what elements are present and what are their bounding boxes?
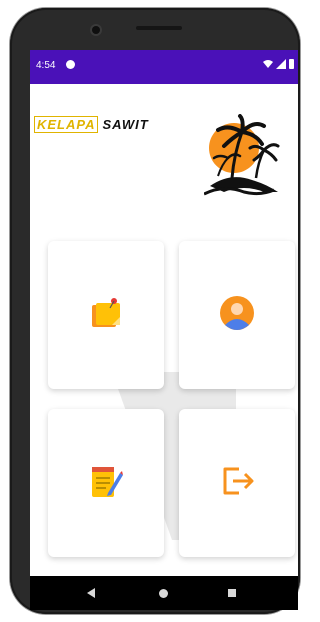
home-icon[interactable]: [159, 589, 168, 598]
menu-card-profile[interactable]: [179, 241, 295, 389]
notification-icon: [66, 60, 75, 69]
logo-word-kelapa: KELAPA: [34, 116, 99, 133]
menu-card-notepad[interactable]: [48, 409, 164, 557]
sticky-note-icon: [92, 298, 120, 327]
phone-top-bezel: [10, 8, 300, 42]
system-nav-bar: [30, 576, 298, 610]
back-icon[interactable]: [86, 588, 96, 598]
logout-icon: [223, 467, 254, 495]
status-time: 4:54: [36, 60, 56, 71]
status-bar: 4:54: [30, 50, 298, 84]
notepad-pencil-icon: [92, 467, 123, 497]
palm-island-logo: [204, 114, 280, 196]
phone-frame: 4:54 KELAPA SAWIT: [10, 8, 300, 614]
wifi-icon: [263, 60, 273, 68]
earpiece-speaker: [136, 26, 182, 30]
recent-apps-icon[interactable]: [228, 589, 236, 597]
app-logo-text: KELAPA SAWIT: [34, 116, 149, 133]
status-indicators: [263, 59, 294, 69]
menu-card-notes[interactable]: [48, 241, 164, 389]
front-camera: [92, 26, 100, 34]
battery-icon: [289, 59, 294, 69]
signal-icon: [276, 59, 286, 69]
logo-word-sawit: SAWIT: [102, 117, 149, 132]
menu-card-logout[interactable]: [179, 409, 295, 557]
user-profile-icon: [220, 296, 254, 330]
app-screen: 4:54 KELAPA SAWIT: [30, 50, 298, 610]
